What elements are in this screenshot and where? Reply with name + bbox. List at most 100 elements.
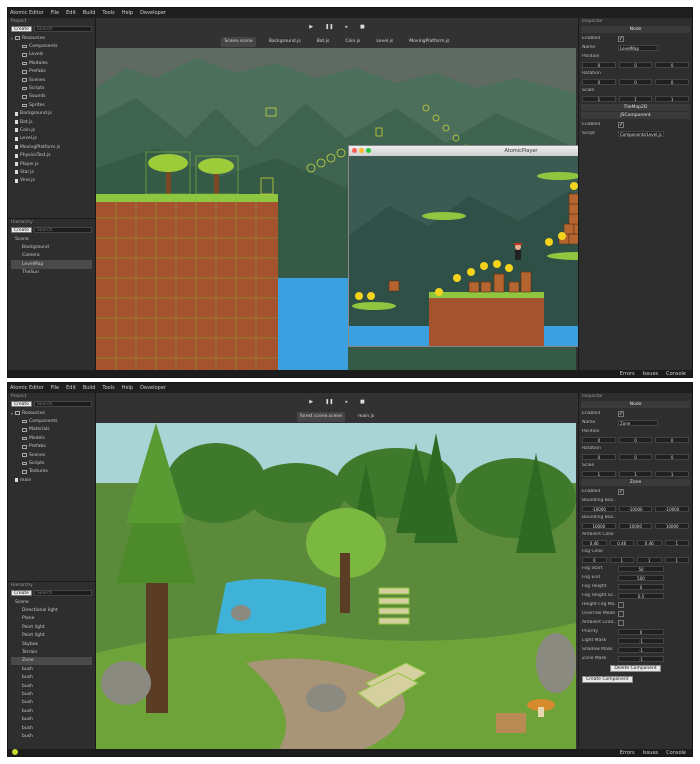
tree-item[interactable]: Components xyxy=(11,417,92,425)
tree-item[interactable]: Vine.js xyxy=(11,177,92,185)
position-y-field[interactable]: 0 xyxy=(618,62,653,68)
minimize-icon[interactable] xyxy=(359,148,364,153)
tree-item[interactable]: TheSun xyxy=(11,269,92,277)
menu-file[interactable]: File xyxy=(51,10,59,16)
tree-item[interactable]: Models xyxy=(11,434,92,442)
atomic-player-window[interactable]: AtomicPlayer xyxy=(348,145,578,347)
rotation-y-field[interactable]: 0 xyxy=(618,454,653,460)
zone-enabled-checkbox[interactable]: ✓ xyxy=(618,488,624,495)
search-input[interactable]: Search xyxy=(33,26,92,32)
scale-z-field[interactable]: 1 xyxy=(655,471,690,477)
position-x-field[interactable]: 0 xyxy=(582,62,616,68)
rotation-z-field[interactable]: 0 xyxy=(655,79,690,85)
menu-atomic-editor[interactable]: Atomic Editor xyxy=(10,385,44,391)
tree-item[interactable]: Prefabs xyxy=(11,443,92,451)
tree-item[interactable]: Background.js xyxy=(11,110,92,118)
tree-item[interactable]: main xyxy=(11,476,92,484)
stop-icon[interactable]: ■ xyxy=(360,24,365,30)
menu-file[interactable]: File xyxy=(51,385,59,391)
editor-tab[interactable]: Bat.js xyxy=(314,37,333,47)
maximize-icon[interactable] xyxy=(366,148,371,153)
play-icon[interactable]: ▶ xyxy=(309,399,313,405)
tree-item[interactable]: bush xyxy=(11,690,92,698)
scale-x-field[interactable]: 1 xyxy=(582,471,616,477)
tree-item[interactable]: Scripts xyxy=(11,459,92,467)
step-icon[interactable]: ▸ xyxy=(346,24,349,30)
editor-tab[interactable]: MovingPlatform.js xyxy=(406,37,452,47)
step-icon[interactable]: ▸ xyxy=(346,399,349,405)
menu-atomic-editor[interactable]: Atomic Editor xyxy=(10,10,44,16)
position-z-field[interactable]: 0 xyxy=(655,437,690,443)
rotation-x-field[interactable]: 0 xyxy=(582,454,616,460)
tree-item[interactable]: Player.js xyxy=(11,160,92,168)
tilemap-header[interactable]: TileMap2D xyxy=(581,104,690,111)
hierarchy-search-input[interactable]: Search xyxy=(33,227,92,233)
fog-r-field[interactable]: 0 xyxy=(582,557,607,563)
editor-tab[interactable]: forest scene.scene xyxy=(296,412,345,422)
tree-item[interactable]: Skybox xyxy=(11,640,92,648)
issues-tab[interactable]: Issues xyxy=(643,750,659,756)
fog-a-field[interactable]: 1 xyxy=(664,557,689,563)
editor-tab[interactable]: Level.js xyxy=(373,37,396,47)
name-field[interactable]: Zone xyxy=(618,419,658,426)
tree-item[interactable]: Levels xyxy=(11,51,92,59)
tree-item[interactable]: Components xyxy=(11,42,92,50)
editor-tab[interactable]: Coin.js xyxy=(342,37,363,47)
tree-item[interactable]: Point light xyxy=(11,632,92,640)
hierarchy-create-button[interactable]: Create xyxy=(11,227,32,233)
menu-build[interactable]: Build xyxy=(83,385,96,391)
enabled-checkbox[interactable]: ✓ xyxy=(618,410,624,417)
bbox-max-z-field[interactable]: 10000 xyxy=(655,523,690,529)
play-icon[interactable]: ▶ xyxy=(309,24,313,30)
tree-item[interactable]: bush xyxy=(11,715,92,723)
pause-icon[interactable]: ❚❚ xyxy=(325,24,333,30)
ambient-a-field[interactable]: 1 xyxy=(664,540,689,546)
console-tab[interactable]: Console xyxy=(666,750,686,756)
search-input[interactable]: Search xyxy=(33,401,92,407)
tree-item[interactable]: bush xyxy=(11,682,92,690)
rotation-z-field[interactable]: 0 xyxy=(655,454,690,460)
tree-item[interactable]: bush xyxy=(11,724,92,732)
scale-y-field[interactable]: 1 xyxy=(618,471,653,477)
create-component-button[interactable]: Create Component xyxy=(582,676,633,683)
tree-item[interactable]: Scene xyxy=(11,598,92,606)
scale-z-field[interactable]: 1 xyxy=(655,96,690,102)
tree-item[interactable]: Background xyxy=(11,243,92,251)
create-button[interactable]: Create xyxy=(11,26,32,32)
js-enabled-checkbox[interactable]: ✓ xyxy=(618,121,624,128)
delete-component-button[interactable]: Delete Component xyxy=(610,665,661,672)
tree-item[interactable]: MovingPlatform.js xyxy=(11,143,92,151)
tree-item[interactable]: Prefabs xyxy=(11,68,92,76)
bbox-max-y-field[interactable]: 10000 xyxy=(618,523,653,529)
tree-item[interactable]: Level.js xyxy=(11,135,92,143)
tree-item[interactable]: bush xyxy=(11,674,92,682)
script-field[interactable]: Components/Level.js xyxy=(618,130,664,137)
tree-item[interactable]: Directional light xyxy=(11,606,92,614)
tree-item[interactable]: bush xyxy=(11,732,92,740)
ambient-b-field[interactable]: 0.46 xyxy=(637,540,662,546)
tree-item[interactable]: LevelMap xyxy=(11,260,92,269)
tree-item[interactable]: Plane xyxy=(11,615,92,623)
tree-item[interactable]: Point light xyxy=(11,623,92,631)
editor-tab[interactable]: main.js xyxy=(355,412,377,422)
menu-tools[interactable]: Tools xyxy=(102,385,114,391)
name-field[interactable]: LevelMap xyxy=(618,44,658,51)
jscomponent-header[interactable]: JSComponent xyxy=(581,112,690,119)
editor-tab[interactable]: Background.js xyxy=(266,37,304,47)
tree-item[interactable]: ▾ Resources xyxy=(11,34,92,42)
console-tab[interactable]: Console xyxy=(666,371,686,377)
tree-item[interactable]: bush xyxy=(11,665,92,673)
scene-viewport-3d[interactable] xyxy=(96,423,578,749)
scale-x-field[interactable]: 1 xyxy=(582,96,616,102)
zone-property-field[interactable]: -1 xyxy=(618,637,664,644)
tree-item[interactable]: PhysicsTest.js xyxy=(11,151,92,159)
tree-item[interactable]: Sprites xyxy=(11,101,92,109)
tree-item[interactable]: Bat.js xyxy=(11,118,92,126)
hierarchy-search-input[interactable]: Search xyxy=(33,590,92,596)
position-y-field[interactable]: 0 xyxy=(618,437,653,443)
tree-item[interactable]: Star.js xyxy=(11,168,92,176)
zone-property-checkbox[interactable] xyxy=(618,601,624,608)
menu-developer[interactable]: Developer xyxy=(140,10,166,16)
scale-y-field[interactable]: 1 xyxy=(618,96,653,102)
errors-tab[interactable]: Errors xyxy=(620,750,635,756)
